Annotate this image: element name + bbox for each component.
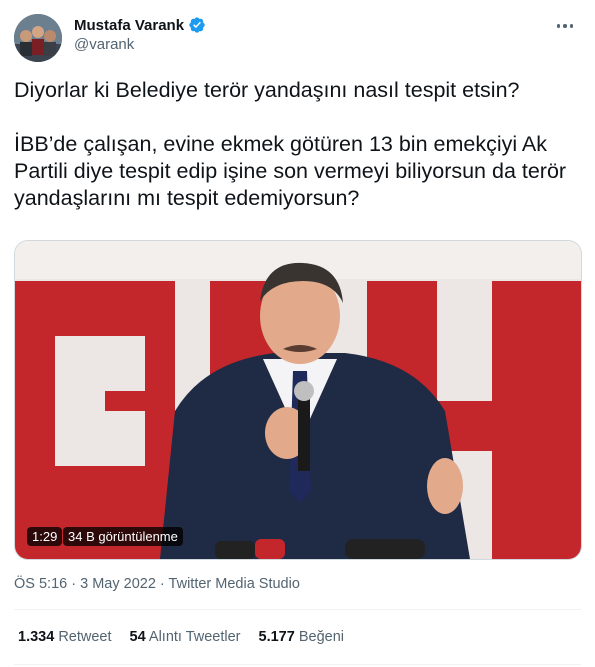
- tweet-source[interactable]: Twitter Media Studio: [169, 576, 300, 592]
- quotes-count: 54: [129, 629, 146, 645]
- retweets-stat[interactable]: 1.334 Retweet: [18, 629, 112, 645]
- avatar[interactable]: [14, 14, 62, 62]
- video-duration: 1:29: [27, 527, 63, 546]
- handle[interactable]: @varank: [74, 36, 206, 53]
- verified-badge-icon: [189, 17, 205, 33]
- video-thumbnail: [15, 241, 581, 559]
- tweet-header: Mustafa Varank @varank: [14, 14, 581, 62]
- display-name[interactable]: Mustafa Varank: [74, 17, 184, 34]
- likes-stat[interactable]: 5.177 Beğeni: [259, 629, 344, 645]
- avatar-photo: [14, 14, 62, 62]
- tweet-source-separator: ·: [159, 576, 165, 592]
- retweets-label: Retweet: [58, 629, 112, 645]
- tweet-stats: 1.334 Retweet 54 Alıntı Tweetler 5.177 B…: [18, 629, 344, 645]
- tweet-time: ÖS 5:16: [14, 576, 68, 592]
- likes-label: Beğeni: [298, 629, 344, 645]
- divider: [14, 664, 581, 665]
- quotes-label: Alıntı Tweetler: [148, 629, 241, 645]
- quotes-stat[interactable]: 54 Alıntı Tweetler: [130, 629, 241, 645]
- tweet-date: 3 May 2022: [80, 576, 156, 592]
- divider: [14, 609, 581, 610]
- tweet-metadata: ÖS 5:16 · 3 May 2022 · Twitter Media Stu…: [14, 576, 300, 592]
- tweet-date-separator: ·: [71, 576, 77, 592]
- likes-count: 5.177: [258, 629, 295, 645]
- tweet-timestamp[interactable]: ÖS 5:16 · 3 May 2022: [14, 576, 156, 592]
- tweet-text: Diyorlar ki Belediye terör yandaşını nas…: [14, 78, 567, 210]
- more-options-icon[interactable]: [553, 16, 577, 36]
- video-view-count: 34 B görüntülenme: [63, 527, 183, 546]
- retweets-count: 1.334: [18, 629, 55, 645]
- video-player[interactable]: 1:29 34 B görüntülenme: [14, 240, 582, 560]
